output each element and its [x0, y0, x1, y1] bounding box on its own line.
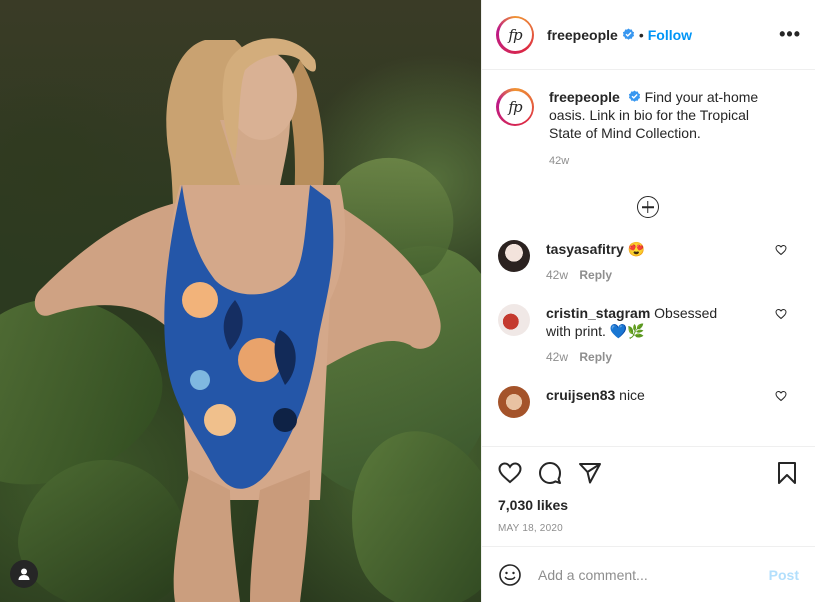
comment-time[interactable]: 42w — [546, 350, 568, 364]
like-comment-heart-icon[interactable] — [775, 308, 787, 320]
comment-text: 😍 — [627, 241, 646, 257]
comment-item: tasyasafitry 😍 42w Reply — [496, 240, 799, 284]
load-more-comments-button[interactable] — [496, 196, 799, 218]
comment-button[interactable] — [538, 461, 562, 485]
verified-badge-icon — [628, 90, 640, 102]
bookmark-icon — [778, 462, 796, 484]
add-comment-bar: Post — [482, 546, 815, 602]
comment-avatar[interactable] — [498, 386, 530, 418]
model-figure — [34, 38, 441, 602]
heart-icon — [498, 462, 522, 484]
instagram-post: fp freepeople • Follow ••• fp freepeople — [0, 0, 815, 602]
likes-count[interactable]: 7,030 likes — [498, 497, 799, 513]
paper-plane-icon — [579, 463, 601, 484]
post-date[interactable]: MAY 18, 2020 — [498, 523, 799, 534]
separator-dot: • — [638, 26, 644, 43]
post-sidebar: fp freepeople • Follow ••• fp freepeople — [481, 0, 815, 602]
user-icon — [18, 568, 30, 580]
comment-item: cristin_stagram Obsessed with print. 💙🌿 … — [496, 304, 799, 366]
follow-button[interactable]: Follow — [648, 27, 692, 43]
comment-item: cruijsen83 nice — [496, 386, 799, 418]
comments-section: fp freepeople Find your at-home oasis. L… — [482, 70, 815, 446]
post-comment-button[interactable]: Post — [769, 567, 799, 583]
share-button[interactable] — [578, 461, 602, 485]
caption-username[interactable]: freepeople — [549, 89, 620, 105]
like-button[interactable] — [498, 461, 522, 485]
post-header: fp freepeople • Follow ••• — [482, 0, 815, 70]
caption-avatar[interactable]: fp — [496, 88, 534, 126]
plus-circle-icon — [636, 196, 659, 218]
logo-text: fp — [508, 25, 522, 44]
logo-text: fp — [508, 98, 522, 116]
tagged-user-button[interactable] — [10, 560, 38, 588]
emoji-icon[interactable] — [498, 563, 522, 587]
more-options-icon[interactable]: ••• — [779, 24, 801, 45]
comment-username[interactable]: tasyasafitry — [546, 241, 624, 257]
reply-button[interactable]: Reply — [579, 268, 612, 282]
comment-time[interactable]: 42w — [546, 268, 568, 282]
comment-avatar[interactable] — [498, 304, 530, 336]
comment-avatar[interactable] — [498, 240, 530, 272]
post-actions: 7,030 likes MAY 18, 2020 — [482, 446, 815, 546]
header-username[interactable]: freepeople — [547, 27, 618, 43]
verified-badge-icon — [622, 28, 634, 40]
comment-username[interactable]: cristin_stagram — [546, 305, 650, 321]
post-caption: fp freepeople Find your at-home oasis. L… — [496, 88, 799, 170]
comment-bubble-icon — [539, 462, 561, 484]
comment-text: nice — [619, 387, 645, 403]
like-comment-heart-icon[interactable] — [775, 244, 787, 256]
like-comment-heart-icon[interactable] — [775, 390, 787, 402]
profile-avatar[interactable]: fp — [496, 15, 534, 54]
reply-button[interactable]: Reply — [579, 350, 612, 364]
caption-time[interactable]: 42w — [549, 152, 779, 170]
save-button[interactable] — [775, 461, 799, 485]
comment-username[interactable]: cruijsen83 — [546, 387, 615, 403]
post-photo[interactable] — [0, 0, 481, 602]
comment-input[interactable] — [536, 565, 769, 584]
